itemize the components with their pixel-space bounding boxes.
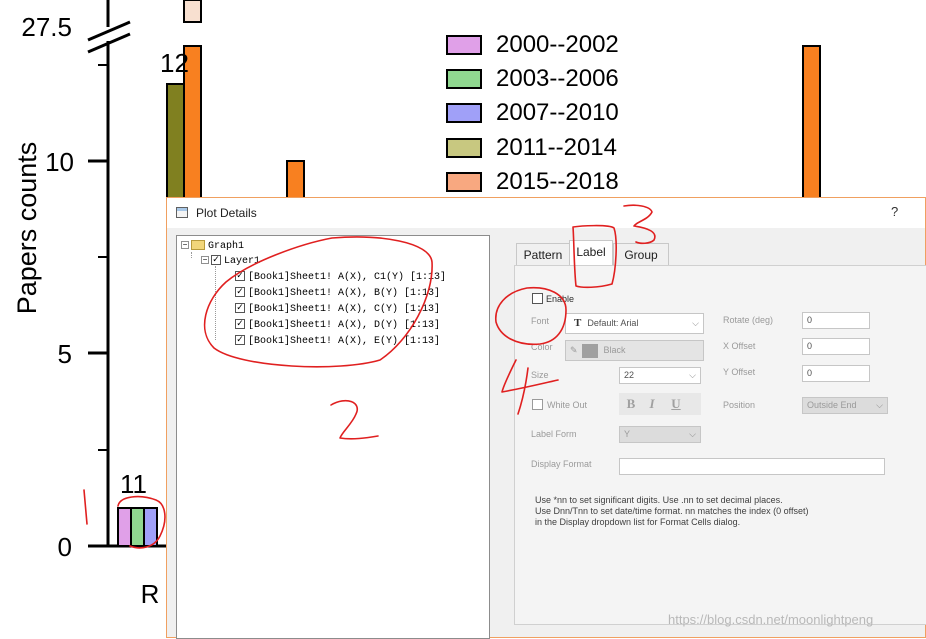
dialog-titlebar[interactable]: Plot Details ? bbox=[167, 198, 925, 228]
chevron-down-icon: ⌵ bbox=[876, 400, 883, 410]
plot-checkbox[interactable]: ✓ bbox=[235, 303, 245, 314]
bar-2011-2014 bbox=[166, 83, 185, 205]
font-label: Font bbox=[531, 316, 550, 326]
tree-item-label: [Book1]Sheet1! A(X), C(Y) [1:13] bbox=[248, 304, 441, 315]
y-tick-label: 27.5 bbox=[21, 12, 72, 42]
window-icon bbox=[176, 207, 188, 218]
bar-2000-2002 bbox=[117, 507, 132, 547]
pencil-icon: ✎ bbox=[570, 345, 578, 355]
legend: 2000--2002 2003--2006 2007--2010 2011--2… bbox=[446, 31, 619, 195]
tree-item-plot[interactable]: ✓ [Book1]Sheet1! A(X), D(Y) [1:13] bbox=[235, 318, 440, 333]
chevron-down-icon: ⌵ bbox=[689, 429, 696, 439]
help-line: in the Display dropdown list for Format … bbox=[535, 517, 741, 527]
bar-2015-2018-top bbox=[183, 0, 202, 23]
tree-item-plot[interactable]: ✓ [Book1]Sheet1! A(X), C1(Y) [1:13] bbox=[235, 270, 446, 285]
label-form-dropdown[interactable]: Y ⌵ bbox=[619, 426, 701, 443]
help-line: Use *nn to set significant digits. Use .… bbox=[535, 495, 783, 505]
size-label: Size bbox=[531, 370, 549, 380]
tree-node-graph[interactable]: − Graph1 bbox=[181, 239, 244, 254]
font-type-icon: T bbox=[574, 317, 582, 329]
position-dropdown[interactable]: Outside End ⌵ bbox=[802, 397, 888, 414]
data-label: 11 bbox=[120, 469, 147, 499]
tab-label[interactable]: Label bbox=[569, 240, 613, 265]
tree-label-graph: Graph1 bbox=[208, 241, 245, 252]
y-tick-label: 5 bbox=[58, 339, 72, 369]
dialog-title: Plot Details bbox=[196, 206, 257, 220]
tab-pattern[interactable]: Pattern bbox=[516, 243, 570, 265]
enable-checkbox[interactable] bbox=[532, 293, 543, 304]
y-offset-label: Y Offset bbox=[723, 367, 756, 377]
y-tick-label: 10 bbox=[45, 147, 74, 177]
label-form-label: Label Form bbox=[531, 429, 577, 439]
bold-button[interactable]: B bbox=[621, 395, 641, 412]
folder-icon bbox=[191, 240, 205, 251]
plot-details-dialog: Plot Details ? − Graph1 − ✓ Layer1 ✓ [Book1]… bbox=[166, 197, 926, 639]
color-label: Color bbox=[531, 342, 553, 352]
tree-item-label: [Book1]Sheet1! A(X), D(Y) [1:13] bbox=[248, 320, 441, 331]
collapse-icon[interactable]: − bbox=[181, 241, 189, 250]
format-help-text: Use *nn to set significant digits. Use .… bbox=[535, 495, 808, 528]
help-button[interactable]: ? bbox=[891, 204, 898, 219]
help-line: Use Dnn/Tnn to set date/time format. nn … bbox=[535, 506, 809, 516]
white-out-checkbox[interactable] bbox=[532, 399, 543, 410]
y-axis-label: Papers counts bbox=[12, 142, 42, 315]
tree-node-layer[interactable]: − ✓ Layer1 bbox=[201, 254, 260, 269]
rotate-input[interactable]: 0 bbox=[802, 312, 870, 329]
legend-swatch bbox=[446, 138, 482, 158]
plot-checkbox[interactable]: ✓ bbox=[235, 287, 245, 298]
bar-2003-2006 bbox=[130, 507, 145, 547]
enable-label: Enable bbox=[546, 294, 575, 304]
font-dropdown[interactable]: T Default: Arial ⌵ bbox=[565, 313, 704, 334]
legend-swatch bbox=[446, 69, 482, 89]
tree-item-plot[interactable]: ✓ [Book1]Sheet1! A(X), E(Y) [1:13] bbox=[235, 334, 440, 349]
y-tick-label: 0 bbox=[58, 532, 72, 562]
underline-button[interactable]: U bbox=[666, 395, 686, 412]
plot-checkbox[interactable]: ✓ bbox=[235, 319, 245, 330]
x-tick-label: R bbox=[141, 579, 160, 609]
tree-item-label: [Book1]Sheet1! A(X), E(Y) [1:13] bbox=[248, 336, 441, 347]
legend-swatch bbox=[446, 172, 482, 192]
color-value: Black bbox=[603, 345, 626, 355]
watermark: https://blog.csdn.net/moonlightpeng bbox=[668, 612, 874, 627]
color-swatch bbox=[581, 343, 598, 358]
label-form-value: Y bbox=[624, 429, 631, 439]
chevron-down-icon: ⌵ bbox=[692, 318, 699, 328]
collapse-icon[interactable]: − bbox=[201, 256, 209, 265]
tree-item-label: [Book1]Sheet1! A(X), C1(Y) [1:13] bbox=[248, 272, 447, 283]
position-label: Position bbox=[723, 400, 756, 410]
color-dropdown[interactable]: ✎ Black bbox=[565, 340, 704, 361]
layer-checkbox[interactable]: ✓ bbox=[211, 255, 221, 266]
display-format-input[interactable] bbox=[619, 458, 885, 475]
legend-label: 2000--2002 bbox=[496, 31, 619, 58]
tree-item-plot[interactable]: ✓ [Book1]Sheet1! A(X), C(Y) [1:13] bbox=[235, 302, 440, 317]
legend-label: 2015--2018 bbox=[496, 168, 619, 195]
layer-tree[interactable]: − Graph1 − ✓ Layer1 ✓ [Book1]Sheet1! A(X), C… bbox=[176, 235, 490, 639]
tree-item-plot[interactable]: ✓ [Book1]Sheet1! A(X), B(Y) [1:13] bbox=[235, 286, 440, 301]
bar-2015-2018 bbox=[802, 45, 821, 205]
font-value: Default: Arial bbox=[587, 318, 639, 328]
italic-button[interactable]: I bbox=[642, 395, 662, 412]
legend-swatch bbox=[446, 103, 482, 123]
display-format-label: Display Format bbox=[531, 459, 592, 469]
plot-checkbox[interactable]: ✓ bbox=[235, 335, 245, 346]
legend-label: 2003--2006 bbox=[496, 65, 619, 92]
chevron-down-icon: ⌵ bbox=[689, 370, 696, 380]
tree-label-layer: Layer1 bbox=[224, 256, 261, 267]
x-offset-input[interactable]: 0 bbox=[802, 338, 870, 355]
legend-label: 2011--2014 bbox=[496, 134, 617, 161]
legend-swatch bbox=[446, 35, 482, 55]
rotate-label: Rotate (deg) bbox=[723, 315, 774, 325]
legend-label: 2007--2010 bbox=[496, 99, 619, 126]
tab-group[interactable]: Group bbox=[613, 243, 669, 265]
data-label: 12 bbox=[160, 48, 189, 78]
size-dropdown[interactable]: 22 ⌵ bbox=[619, 367, 701, 384]
tree-item-label: [Book1]Sheet1! A(X), B(Y) [1:13] bbox=[248, 288, 441, 299]
size-value: 22 bbox=[624, 370, 635, 380]
x-offset-label: X Offset bbox=[723, 341, 756, 351]
bar-2007-2010 bbox=[143, 507, 158, 547]
plot-checkbox[interactable]: ✓ bbox=[235, 271, 245, 282]
position-value: Outside End bbox=[807, 400, 857, 410]
y-offset-input[interactable]: 0 bbox=[802, 365, 870, 382]
white-out-label: White Out bbox=[547, 400, 588, 410]
